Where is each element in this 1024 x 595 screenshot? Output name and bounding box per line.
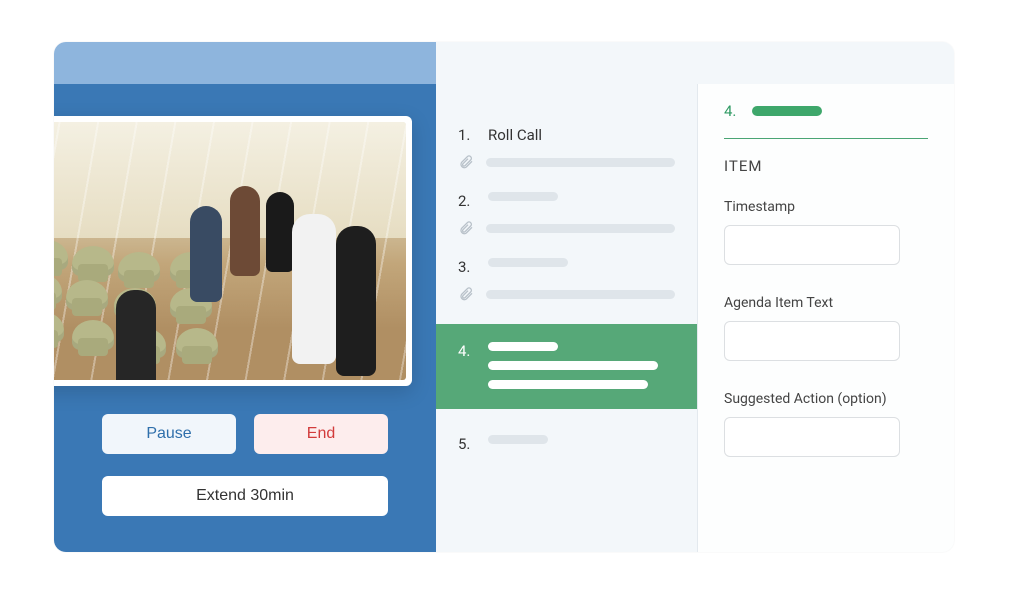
agenda-num: 1. bbox=[458, 126, 474, 144]
timestamp-label: Timestamp bbox=[724, 199, 928, 215]
paperclip-icon bbox=[458, 286, 474, 302]
titlebar-right bbox=[436, 42, 954, 84]
agenda-text-input[interactable] bbox=[724, 321, 900, 361]
placeholder-line bbox=[486, 290, 675, 299]
detail-header: 4. bbox=[724, 102, 928, 139]
agenda-num: 4. bbox=[458, 342, 474, 360]
suggested-action-label: Suggested Action (option) bbox=[724, 391, 928, 407]
agenda-item-4[interactable]: 4. bbox=[436, 324, 697, 409]
agenda-panel: 1. Roll Call 2. 3. bbox=[436, 84, 698, 552]
placeholder-line bbox=[488, 342, 558, 351]
video-panel: Pause End Extend 30min bbox=[54, 84, 436, 552]
video-thumbnail[interactable] bbox=[54, 122, 406, 380]
video-frame bbox=[54, 116, 412, 386]
placeholder-line bbox=[488, 380, 648, 389]
placeholder-line bbox=[488, 192, 558, 201]
agenda-attach-2[interactable] bbox=[436, 218, 697, 250]
detail-panel: 4. ITEM Timestamp Agenda Item Text Sugge… bbox=[698, 84, 954, 552]
placeholder-line bbox=[486, 224, 675, 233]
extend-button[interactable]: Extend 30min bbox=[102, 476, 388, 516]
placeholder-line bbox=[488, 361, 658, 370]
detail-active-num: 4. bbox=[724, 102, 736, 120]
suggested-action-input[interactable] bbox=[724, 417, 900, 457]
agenda-item-5[interactable]: 5. bbox=[436, 427, 697, 461]
timestamp-input[interactable] bbox=[724, 225, 900, 265]
end-button[interactable]: End bbox=[254, 414, 388, 454]
paperclip-icon bbox=[458, 154, 474, 170]
placeholder-line bbox=[488, 435, 548, 444]
agenda-attach-1[interactable] bbox=[436, 152, 697, 184]
agenda-num: 3. bbox=[458, 258, 474, 276]
agenda-item-3[interactable]: 3. bbox=[436, 250, 697, 284]
main-content: Pause End Extend 30min 1. Roll Call 2. bbox=[54, 84, 954, 552]
pause-button[interactable]: Pause bbox=[102, 414, 236, 454]
detail-heading: ITEM bbox=[724, 157, 928, 175]
agenda-item-1[interactable]: 1. Roll Call bbox=[436, 118, 697, 152]
agenda-num: 2. bbox=[458, 192, 474, 210]
placeholder-line bbox=[486, 158, 675, 167]
video-controls: Pause End Extend 30min bbox=[102, 414, 388, 516]
agenda-attach-3[interactable] bbox=[436, 284, 697, 316]
agenda-text-label: Agenda Item Text bbox=[724, 295, 928, 311]
detail-title-placeholder bbox=[752, 106, 822, 116]
paperclip-icon bbox=[458, 220, 474, 236]
agenda-title: Roll Call bbox=[488, 126, 542, 144]
app-window: Pause End Extend 30min 1. Roll Call 2. bbox=[54, 42, 954, 552]
placeholder-line bbox=[488, 258, 568, 267]
agenda-num: 5. bbox=[458, 435, 474, 453]
titlebar-left bbox=[54, 42, 436, 84]
agenda-item-2[interactable]: 2. bbox=[436, 184, 697, 218]
